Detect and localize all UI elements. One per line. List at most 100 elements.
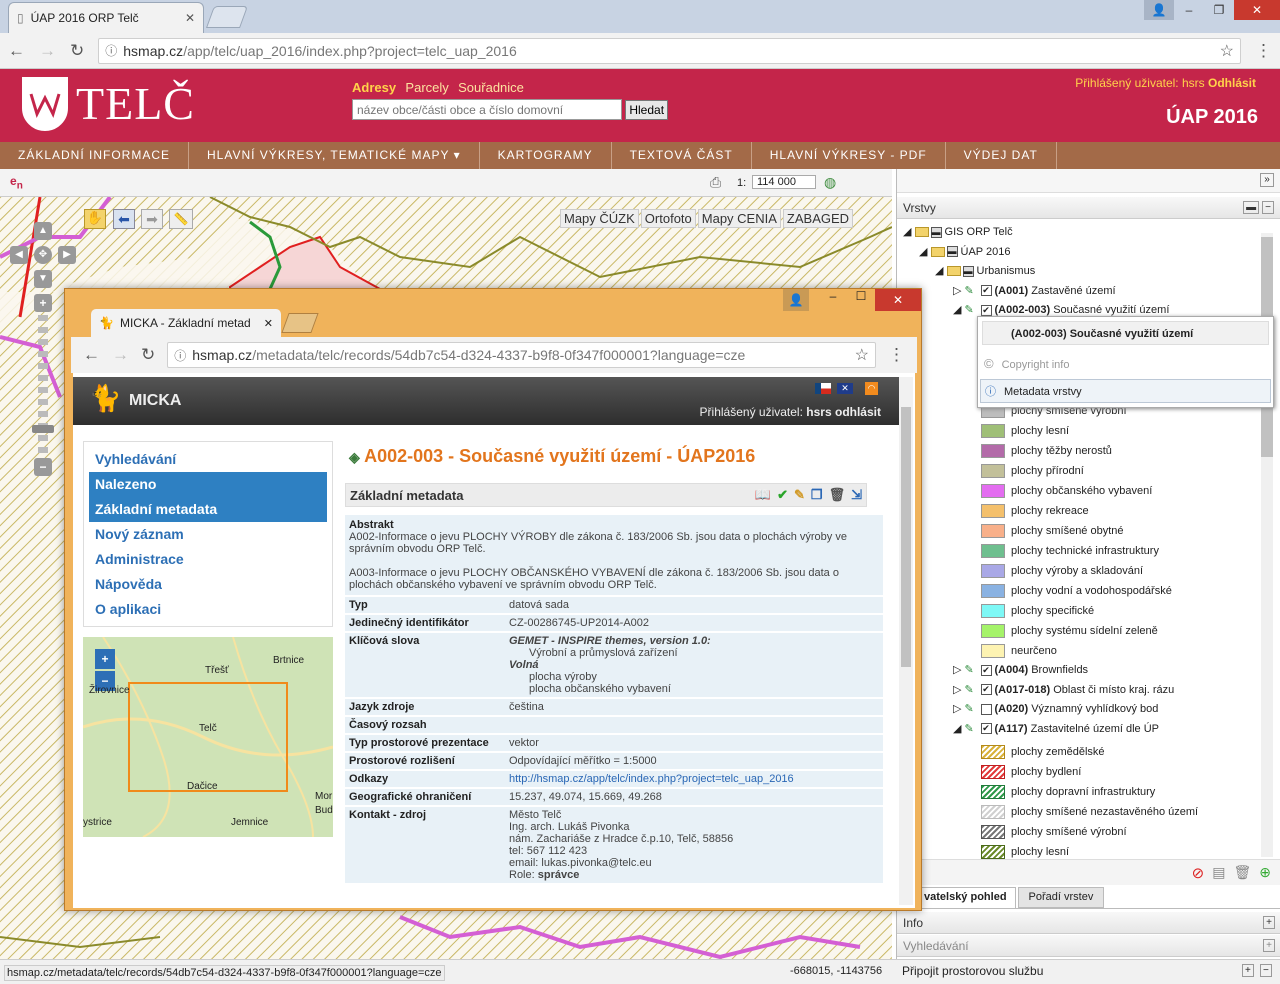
pan-right-icon[interactable]: ▶ [58,246,76,264]
pan-hand-icon[interactable]: ✋ [84,209,106,229]
nav-novy-zaznam[interactable]: Nový záznam [84,522,332,547]
popup-tab[interactable]: 🐈 MICKA - Základní metad ✕ [91,309,281,337]
document-icon[interactable]: ▤ [1212,864,1225,881]
menu-icon[interactable]: ⋮ [888,345,905,365]
basemap-cenia[interactable]: Mapy CENIA [697,209,781,228]
edit-icon[interactable]: ✎ [794,487,805,503]
browser-tab-active[interactable]: ▯ ÚAP 2016 ORP Telč ✕ [8,2,204,33]
nav-napoveda[interactable]: Nápověda [84,572,332,597]
search-button[interactable]: Hledat [625,99,669,120]
forward-icon[interactable]: → [39,41,56,61]
reload-icon[interactable]: ↻ [70,41,84,61]
scale-select[interactable]: 114 000 [752,175,816,189]
close-window-icon[interactable]: ✕ [875,289,921,311]
reload-icon[interactable]: ↻ [141,345,155,365]
info-icon[interactable]: ⓘ [174,347,186,364]
nav-o-aplikaci[interactable]: O aplikaci [84,597,332,622]
history-back-icon[interactable]: ⬅ [113,209,135,229]
delete-icon[interactable]: 🗑 [829,487,846,503]
menu-hlavni-vykresy[interactable]: HLAVNÍ VÝKRESY, TEMATICKÉ MAPY ▾ [189,142,480,169]
url-bar[interactable]: ⓘ hsmap.cz/app/telc/uap_2016/index.php?p… [98,37,1241,64]
tree-node-a001[interactable]: ▷ ✎ ✔ (A001) Zastavěné území [903,282,1280,302]
info-section-header[interactable]: Info + [897,912,1280,934]
forward-icon[interactable]: → [112,345,129,365]
history-forward-icon[interactable]: ➡ [141,209,163,229]
back-icon[interactable]: ← [8,41,25,61]
close-window-icon[interactable]: ✕ [1234,0,1280,20]
metadata-item[interactable]: ⓘ Metadata vrstvy [980,379,1271,403]
bookmark-star-icon[interactable]: ☆ [1220,41,1234,61]
nav-nalezeno[interactable]: Nalezeno [89,472,327,497]
tree-node-a020[interactable]: ▷ ✎ (A020) Významný vyhlídkový bod [953,700,1174,720]
menu-icon[interactable]: ⋮ [1255,41,1272,61]
checkbox[interactable] [980,703,992,715]
globe-icon[interactable]: ◍ [824,174,836,191]
expand-icon[interactable]: + [1263,916,1275,929]
tree-node-a004[interactable]: ▷ ✎ ✔ (A004) Brownfields [953,661,1174,681]
close-tab-icon[interactable]: ✕ [264,317,273,330]
collapse-icon[interactable]: − [1260,964,1272,977]
pan-left-icon[interactable]: ◀ [10,246,28,264]
user-profile-icon[interactable]: 👤 [1144,0,1174,20]
bookmark-star-icon[interactable]: ☆ [855,345,869,365]
checkbox[interactable]: ▬ [930,226,942,238]
close-tab-icon[interactable]: ✕ [185,11,195,25]
checkbox[interactable]: ✔ [980,684,992,696]
tab-layer-order[interactable]: Pořadí vrstev [1017,887,1105,908]
measure-icon[interactable]: 📏 [169,209,193,229]
menu-zakladni-informace[interactable]: ZÁKLADNÍ INFORMACE [0,142,190,169]
logo-text[interactable]: TELČ [76,77,195,130]
pan-up-icon[interactable]: ▲ [34,222,52,240]
maximize-icon[interactable]: ❐ [1204,0,1234,20]
collapse-panel-icon[interactable]: » [1260,173,1274,187]
panel-collapse-icon[interactable]: − [1262,201,1274,214]
minimize-icon[interactable]: – [819,289,847,311]
search-section-header[interactable]: Vyhledávání + [897,935,1280,957]
menu-kartogramy[interactable]: KARTOGRAMY [480,142,612,169]
popup-scrollbar[interactable] [899,377,913,905]
czech-flag-icon[interactable] [815,383,831,394]
search-input[interactable] [352,99,622,120]
basemap-cuzk[interactable]: Mapy ČÚZK [560,209,639,228]
popup-url-bar[interactable]: ⓘ hsmap.cz/metadata/telc/records/54db7c5… [167,342,876,368]
menu-textova-cast[interactable]: TEXTOVÁ ČÁST [612,142,752,169]
maximize-icon[interactable]: ☐ [847,289,875,311]
rss-icon[interactable]: ◠ [865,382,878,395]
checkbox[interactable]: ✔ [980,664,992,676]
book-icon[interactable]: 📖 [755,487,771,503]
new-tab-button[interactable] [281,313,319,333]
pan-down-icon[interactable]: ▼ [34,270,52,288]
back-icon[interactable]: ← [83,345,100,365]
pan-control[interactable]: ▲ ◀ ✥ ▶ ▼ [10,222,76,288]
minimize-icon[interactable]: – [1174,0,1204,20]
extent-map[interactable]: + − Třešť Brtnice Telč Dačice Jemnice Ži… [83,637,333,837]
logout-link[interactable]: Odhlásit [1208,76,1256,90]
tree-node-urbanismus[interactable]: ◢ ▬ Urbanismus [903,262,1280,282]
copyright-info-item[interactable]: © Copyright info [978,349,1273,379]
micka-logout-link[interactable]: odhlásit [835,405,881,419]
zoom-in-icon[interactable]: + [34,294,52,312]
pan-center-icon[interactable]: ✥ [34,246,52,264]
search-tab-parcely[interactable]: Parcely [405,80,448,95]
nav-vyhledavani[interactable]: Vyhledávání [84,447,332,472]
tree-node-gis-orp[interactable]: ◢ ▬ GIS ORP Telč [903,223,1280,243]
panel-minimize-icon[interactable]: ▬ [1243,201,1260,214]
checkbox[interactable]: ✔ [980,285,992,297]
add-layer-icon[interactable]: ⊕ [1259,864,1271,881]
no-entry-icon[interactable]: ⊘ [1192,864,1205,882]
valid-check-icon[interactable]: ✔ [777,487,788,503]
info-icon[interactable]: ⓘ [105,42,117,59]
nav-zakladni-metadata[interactable]: Základní metadata [89,497,327,522]
print-icon[interactable]: ⎙ [710,174,721,191]
expand-icon[interactable]: + [1242,964,1254,977]
checkbox[interactable]: ▬ [946,246,958,258]
zoom-out-icon[interactable]: − [34,458,52,476]
reference-link[interactable]: http://hsmap.cz/app/telc/index.php?proje… [509,773,794,785]
map-zoom-in[interactable]: + [95,649,115,669]
zoom-slider-handle[interactable] [32,425,54,433]
menu-vydej-dat[interactable]: VÝDEJ DAT [946,142,1057,169]
delete-icon[interactable]: 🗑 [1233,864,1251,881]
checkbox[interactable]: ✔ [980,304,992,316]
new-tab-button[interactable] [205,6,249,28]
checkbox[interactable]: ▬ [962,265,974,277]
